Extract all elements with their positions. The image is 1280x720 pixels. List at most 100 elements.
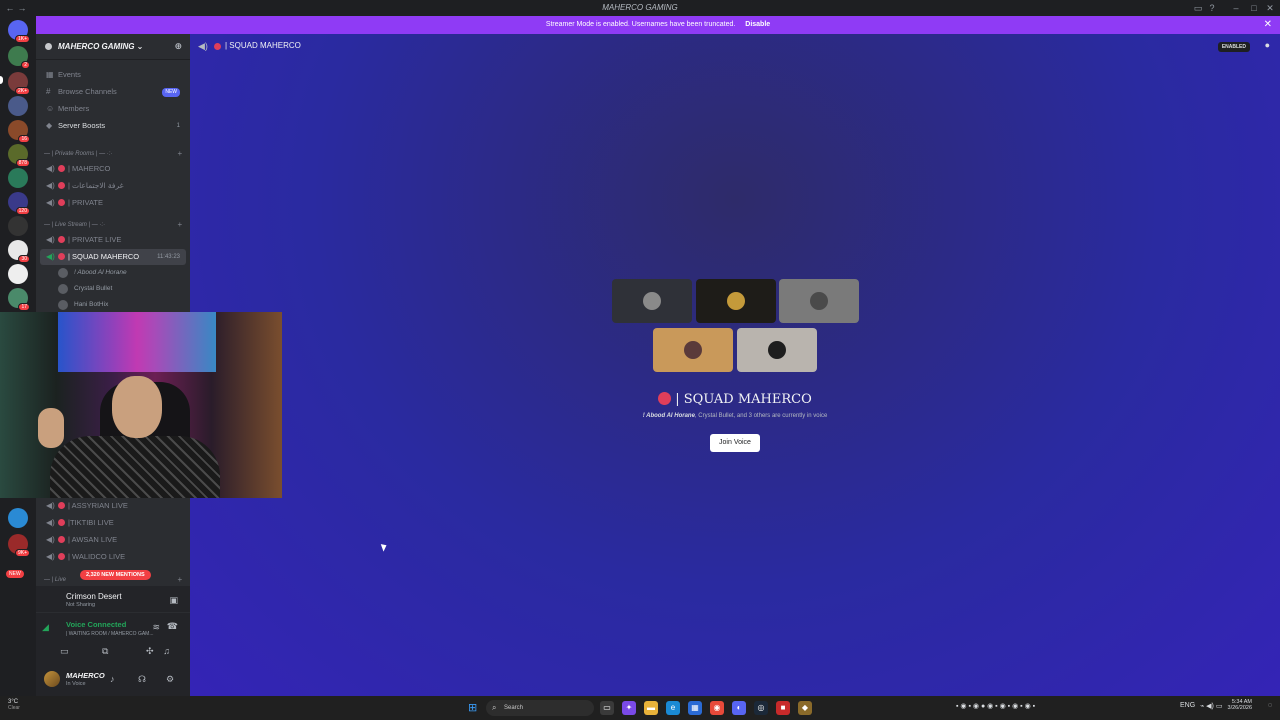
server-header[interactable]: MAHERCO GAMING ⌄ ⊕ (36, 34, 190, 60)
system-clock[interactable]: 5:34 AM 3/26/2026 (1228, 699, 1252, 711)
category-live-stream[interactable]: — | Live Stream | — ·:· + (44, 219, 186, 231)
chat-bubble-icon[interactable]: ● (1265, 40, 1270, 50)
server-icon-server-8[interactable]: 120 (8, 192, 30, 215)
participant-tile[interactable] (612, 279, 692, 323)
new-mentions-pill[interactable]: 2,320 NEW MENTIONS (80, 570, 151, 580)
streamer-mode-enabled-badge[interactable]: ENABLED (1217, 42, 1250, 52)
voice-channel-private-live[interactable]: ◀) | PRIVATE LIVE (40, 232, 186, 248)
avatar (727, 292, 745, 310)
voice-channel-private[interactable]: ◀) | PRIVATE (40, 195, 186, 211)
voice-user[interactable]: Crystal Bullet (58, 281, 186, 297)
voice-channel-name[interactable]: | WAITING ROOM / MAHERCO GAM... (66, 631, 160, 637)
participant-tile[interactable] (779, 279, 859, 323)
activity-card[interactable]: Crimson Desert Not Sharing ▣ (36, 589, 190, 613)
voice-connected-status[interactable]: Voice Connected (66, 620, 126, 629)
add-channel-icon[interactable]: + (177, 219, 182, 231)
avatar[interactable] (44, 671, 60, 687)
voice-channel-maherco[interactable]: ◀) | MAHERCO (40, 161, 186, 177)
disable-streamer-mode-link[interactable]: Disable (745, 21, 770, 28)
participant-tile[interactable] (696, 279, 776, 323)
speaker-icon: ◀) (46, 501, 55, 510)
voice-user[interactable]: ! Abood Al Horane (58, 265, 186, 281)
share-screen-icon[interactable]: ⧉ (102, 646, 108, 657)
participant-tile[interactable] (737, 328, 817, 372)
rail-new-badge[interactable]: NEW (6, 570, 24, 578)
category-private-rooms[interactable]: — | Private Rooms | — ·:· + (44, 148, 186, 160)
server-icon-server-5[interactable]: 16 (8, 120, 30, 143)
red-dot-icon (58, 553, 65, 560)
activities-icon[interactable]: ✣ (146, 646, 154, 657)
server-name: MAHERCO GAMING (58, 42, 135, 51)
steam-icon[interactable]: ◎ (754, 701, 768, 715)
soundboard-icon[interactable]: ♫ (163, 646, 170, 656)
add-channel-icon[interactable]: + (177, 148, 182, 160)
calendar-icon: ▦ (46, 70, 54, 79)
server-icon-home[interactable]: 1K+ (8, 20, 30, 43)
tray-icons[interactable]: ▪ ◉ ▪ ◉ ● ◉ ▪ ◉ ▪ ◉ ▪ ◉ ▪ (956, 702, 1035, 710)
windows-start-icon[interactable]: ⊞ (468, 701, 477, 714)
add-channel-icon[interactable]: + (177, 574, 182, 586)
server-badge: 2 (21, 61, 30, 69)
join-voice-button[interactable]: Join Voice (710, 434, 760, 452)
maximize-icon[interactable]: □ (1248, 2, 1260, 14)
server-icon-server-3[interactable]: 2K+ (8, 72, 30, 95)
chrome-icon[interactable]: ◉ (710, 701, 724, 715)
voice-user[interactable]: Hani BotHix (58, 297, 186, 313)
task-view-icon[interactable]: ▭ (600, 701, 614, 715)
voice-channel-squad-maherco[interactable]: ◀) | SQUAD MAHERCO 11:43:23 (40, 249, 186, 265)
voice-channel-awsan-live[interactable]: ◀) | AWSAN LIVE (40, 532, 186, 548)
voice-channel-tiktibi-live[interactable]: ◀) |TIKTIBI LIVE (40, 515, 186, 531)
sidebar-item-events[interactable]: ▦ Events (40, 67, 186, 83)
close-window-icon[interactable]: ✕ (1264, 2, 1276, 14)
server-icon-server-12[interactable]: 17 (8, 288, 30, 311)
inbox-icon[interactable]: ▭ (1192, 2, 1204, 14)
game-app-icon[interactable]: ◆ (798, 701, 812, 715)
sidebar-item-members[interactable]: ☺ Members (40, 101, 186, 117)
voice-channel-assyrian-live[interactable]: ◀) | ASSYRIAN LIVE (40, 498, 186, 514)
server-icon-server-10[interactable]: 30 (8, 240, 30, 263)
user-name[interactable]: MAHERCO (66, 671, 105, 680)
microphone-icon[interactable]: ♪ (110, 674, 115, 684)
sidebar-item-server-boosts[interactable]: ◆ Server Boosts 1 (40, 118, 186, 134)
server-icon-server-14[interactable]: 9K+ (8, 534, 30, 557)
edge-icon[interactable]: e (666, 701, 680, 715)
store-icon[interactable]: ▦ (688, 701, 702, 715)
server-icon-server-13[interactable] (8, 508, 28, 528)
server-icon-server-7[interactable] (8, 168, 28, 188)
close-icon[interactable]: ✕ (1264, 16, 1272, 34)
streamer-mode-banner: Streamer Mode is enabled. Usernames have… (36, 16, 1280, 34)
server-badge: 2K+ (14, 87, 30, 95)
obs-icon[interactable]: ■ (776, 701, 790, 715)
signal-icon[interactable]: ◢ (42, 622, 49, 633)
camera-icon[interactable]: ▭ (60, 646, 69, 657)
voice-channel-meetings[interactable]: ◀) | غرفة الاجتماعات (40, 178, 186, 194)
clock-date: 3/26/2026 (1227, 705, 1252, 711)
notifications-icon[interactable]: ◌ (1268, 702, 1272, 709)
server-icon-server-2[interactable]: 2 (8, 46, 30, 69)
server-icon-server-6[interactable]: 878 (8, 144, 30, 167)
add-member-icon[interactable]: ⊕ (174, 41, 182, 52)
noise-suppression-icon[interactable]: ≋ (152, 622, 160, 633)
discord-icon[interactable]: ◐ (732, 701, 746, 715)
server-icon-server-9[interactable] (8, 216, 28, 236)
server-icon-server-11[interactable] (8, 264, 28, 284)
help-icon[interactable]: ? (1206, 2, 1218, 14)
settings-gear-icon[interactable]: ⚙ (166, 674, 174, 685)
headphones-icon[interactable]: ☊ (138, 674, 146, 685)
language-indicator[interactable]: ENG (1180, 702, 1195, 709)
server-icon-server-4[interactable] (8, 96, 28, 116)
voice-channel-walidco-live[interactable]: ◀) | WALIDCO LIVE (40, 549, 186, 565)
disconnect-icon[interactable]: ☎ (167, 621, 178, 632)
screen-share-icon[interactable]: ▣ (169, 595, 178, 606)
server-badge: 9K+ (14, 549, 30, 557)
taskbar-search[interactable]: ⌕ Search (486, 700, 594, 716)
channel-timer: 11:43:23 (157, 254, 180, 260)
sidebar-item-browse-channels[interactable]: # Browse Channels NEW (40, 84, 186, 100)
weather-widget[interactable]: 3°C Clear (8, 699, 20, 711)
copilot-icon[interactable]: ✦ (622, 701, 636, 715)
file-explorer-icon[interactable]: ▬ (644, 701, 658, 715)
network-volume-icons[interactable]: ⌁ ◀) ▭ (1200, 702, 1222, 710)
minimize-icon[interactable]: – (1230, 2, 1242, 14)
participant-tile[interactable] (653, 328, 733, 372)
user-area: MAHERCO In Voice ♪ ☊ ⚙ (36, 666, 190, 694)
